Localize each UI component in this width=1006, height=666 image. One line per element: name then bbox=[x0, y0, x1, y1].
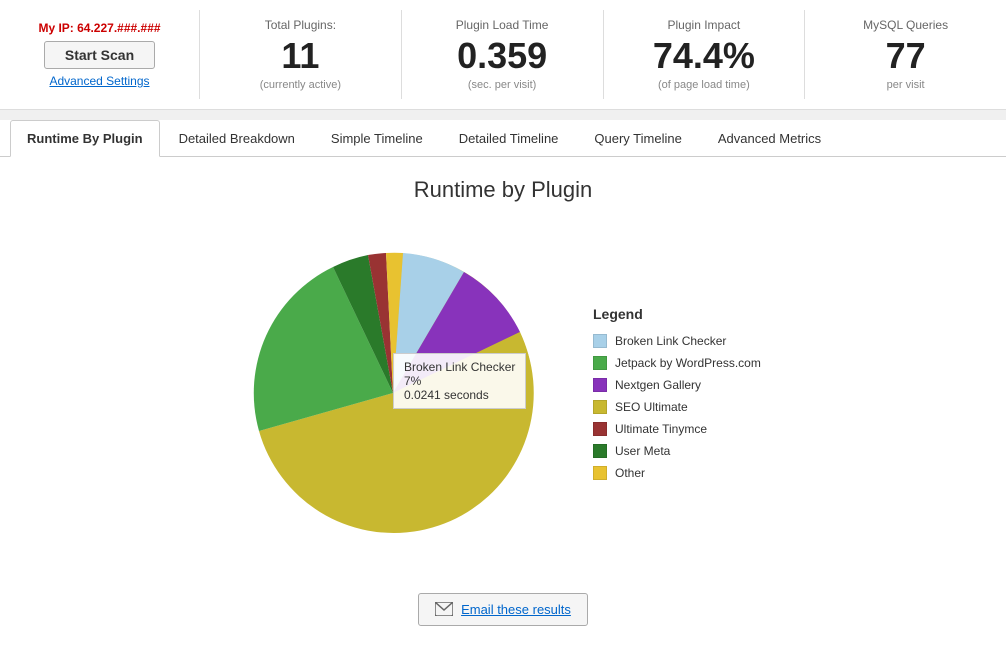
tab-runtime-by-plugin[interactable]: Runtime By Plugin bbox=[10, 120, 160, 157]
tab-detailed-breakdown[interactable]: Detailed Breakdown bbox=[162, 120, 312, 156]
chart-title: Runtime by Plugin bbox=[20, 177, 986, 203]
legend-label-tinymce: Ultimate Tinymce bbox=[615, 422, 707, 436]
ip-label: My IP: 64.227.###.### bbox=[38, 21, 160, 35]
legend-title: Legend bbox=[593, 306, 773, 322]
start-scan-button[interactable]: Start Scan bbox=[44, 41, 155, 69]
legend-item-tinymce: Ultimate Tinymce bbox=[593, 422, 773, 436]
tab-detailed-timeline[interactable]: Detailed Timeline bbox=[442, 120, 576, 156]
stat-panel-mysql: MySQL Queries 77 per visit bbox=[805, 10, 1006, 99]
legend-item-nextgen: Nextgen Gallery bbox=[593, 378, 773, 392]
stat-sub-mysql: per visit bbox=[887, 79, 925, 91]
legend-label-blc: Broken Link Checker bbox=[615, 334, 726, 348]
main-content: Runtime by Plugin bbox=[0, 157, 1006, 666]
legend-color-seo bbox=[593, 400, 607, 414]
legend-item-usermeta: User Meta bbox=[593, 444, 773, 458]
stat-sub-plugins: (currently active) bbox=[260, 79, 341, 91]
legend-label-nextgen: Nextgen Gallery bbox=[615, 378, 701, 392]
tab-advanced-metrics[interactable]: Advanced Metrics bbox=[701, 120, 838, 156]
advanced-settings-link[interactable]: Advanced Settings bbox=[49, 74, 149, 88]
pie-chart-proper bbox=[233, 233, 553, 553]
legend-item-jetpack: Jetpack by WordPress.com bbox=[593, 356, 773, 370]
tab-simple-timeline[interactable]: Simple Timeline bbox=[314, 120, 440, 156]
legend-label-usermeta: User Meta bbox=[615, 444, 670, 458]
email-button[interactable]: Email these results bbox=[418, 593, 588, 626]
legend-item-other: Other bbox=[593, 466, 773, 480]
legend-item-blc: Broken Link Checker bbox=[593, 334, 773, 348]
tab-query-timeline[interactable]: Query Timeline bbox=[577, 120, 698, 156]
ip-panel: My IP: 64.227.###.### Start Scan Advance… bbox=[0, 10, 200, 99]
stat-label-impact: Plugin Impact bbox=[668, 18, 741, 32]
stat-label-plugins: Total Plugins: bbox=[265, 18, 336, 32]
stat-value-plugins: 11 bbox=[281, 36, 319, 76]
stat-sub-loadtime: (sec. per visit) bbox=[468, 79, 536, 91]
stat-sub-impact: (of page load time) bbox=[658, 79, 750, 91]
stat-label-mysql: MySQL Queries bbox=[863, 18, 948, 32]
email-button-label: Email these results bbox=[461, 602, 571, 617]
stat-panel-loadtime: Plugin Load Time 0.359 (sec. per visit) bbox=[402, 10, 604, 99]
legend-label-seo: SEO Ultimate bbox=[615, 400, 688, 414]
chart-area: Broken Link Checker 7% 0.0241 seconds Le… bbox=[20, 223, 986, 563]
stat-value-mysql: 77 bbox=[886, 36, 926, 76]
pie-container: Broken Link Checker 7% 0.0241 seconds bbox=[233, 233, 553, 553]
legend-color-tinymce bbox=[593, 422, 607, 436]
email-icon bbox=[435, 602, 453, 616]
legend: Legend Broken Link Checker Jetpack by Wo… bbox=[593, 306, 773, 480]
top-bar: My IP: 64.227.###.### Start Scan Advance… bbox=[0, 0, 1006, 110]
stat-value-loadtime: 0.359 bbox=[457, 36, 547, 76]
stat-panel-plugins: Total Plugins: 11 (currently active) bbox=[200, 10, 402, 99]
legend-item-seo: SEO Ultimate bbox=[593, 400, 773, 414]
legend-color-other bbox=[593, 466, 607, 480]
stat-panel-impact: Plugin Impact 74.4% (of page load time) bbox=[604, 10, 806, 99]
legend-label-jetpack: Jetpack by WordPress.com bbox=[615, 356, 761, 370]
legend-color-blc bbox=[593, 334, 607, 348]
stat-value-impact: 74.4% bbox=[653, 36, 755, 76]
legend-color-nextgen bbox=[593, 378, 607, 392]
stat-label-loadtime: Plugin Load Time bbox=[456, 18, 549, 32]
legend-label-other: Other bbox=[615, 466, 645, 480]
legend-color-jetpack bbox=[593, 356, 607, 370]
tabs-bar: Runtime By Plugin Detailed Breakdown Sim… bbox=[0, 120, 1006, 157]
legend-color-usermeta bbox=[593, 444, 607, 458]
